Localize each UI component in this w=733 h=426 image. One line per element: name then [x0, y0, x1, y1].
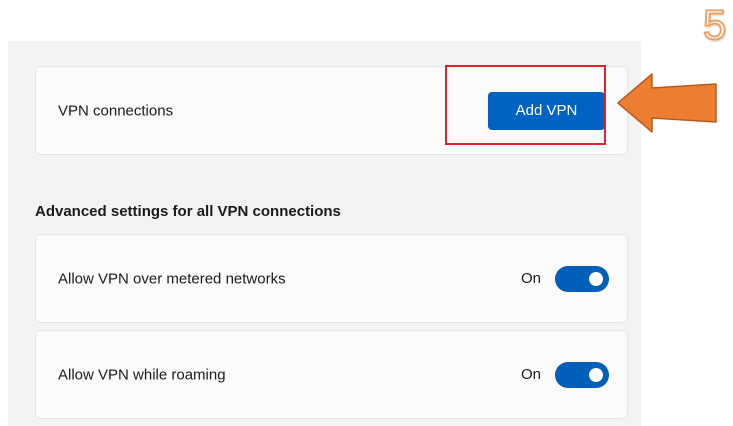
- annotation-arrow-icon: [617, 73, 717, 133]
- roaming-setting: Allow VPN while roaming On: [35, 330, 628, 419]
- roaming-toggle-group: On: [520, 361, 609, 388]
- roaming-toggle[interactable]: [555, 361, 609, 388]
- roaming-label: Allow VPN while roaming: [58, 366, 226, 383]
- metered-networks-toggle-group: On: [520, 265, 609, 292]
- metered-networks-setting: Allow VPN over metered networks On: [35, 234, 628, 323]
- annotation-step-number: 5: [702, 1, 727, 48]
- toggle-knob: [589, 271, 603, 286]
- metered-networks-toggle[interactable]: [555, 265, 609, 292]
- roaming-toggle-state: On: [520, 366, 541, 383]
- toggle-knob: [589, 367, 603, 382]
- vpn-connections-label: VPN connections: [58, 102, 174, 119]
- page: VPN connections Add VPN Advanced setting…: [0, 0, 733, 426]
- metered-networks-label: Allow VPN over metered networks: [58, 270, 286, 287]
- advanced-settings-heading: Advanced settings for all VPN connection…: [35, 203, 341, 220]
- annotation-highlight-box: [445, 65, 606, 145]
- metered-networks-toggle-state: On: [520, 270, 541, 287]
